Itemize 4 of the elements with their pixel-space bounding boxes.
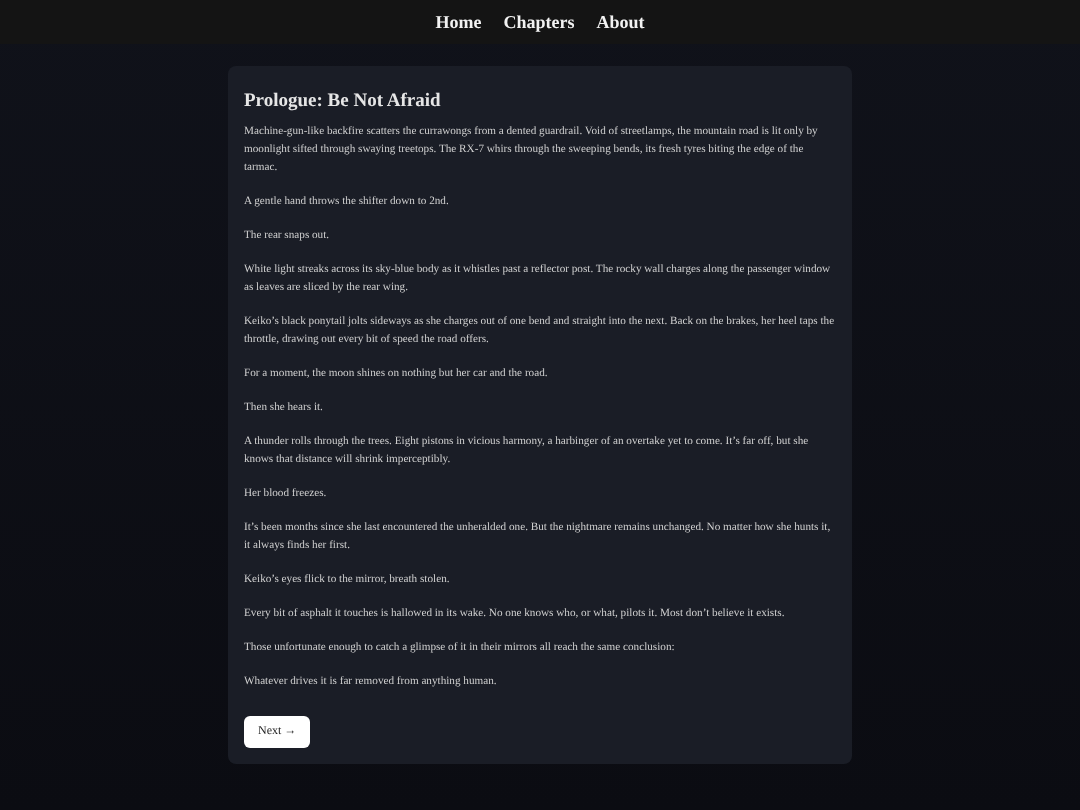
nav-link[interactable]: Home [435, 12, 482, 32]
nav-link[interactable]: About [596, 12, 645, 32]
nav-link[interactable]: Chapters [503, 12, 575, 32]
chapter-title: Prologue: Be Not Afraid [244, 92, 443, 112]
